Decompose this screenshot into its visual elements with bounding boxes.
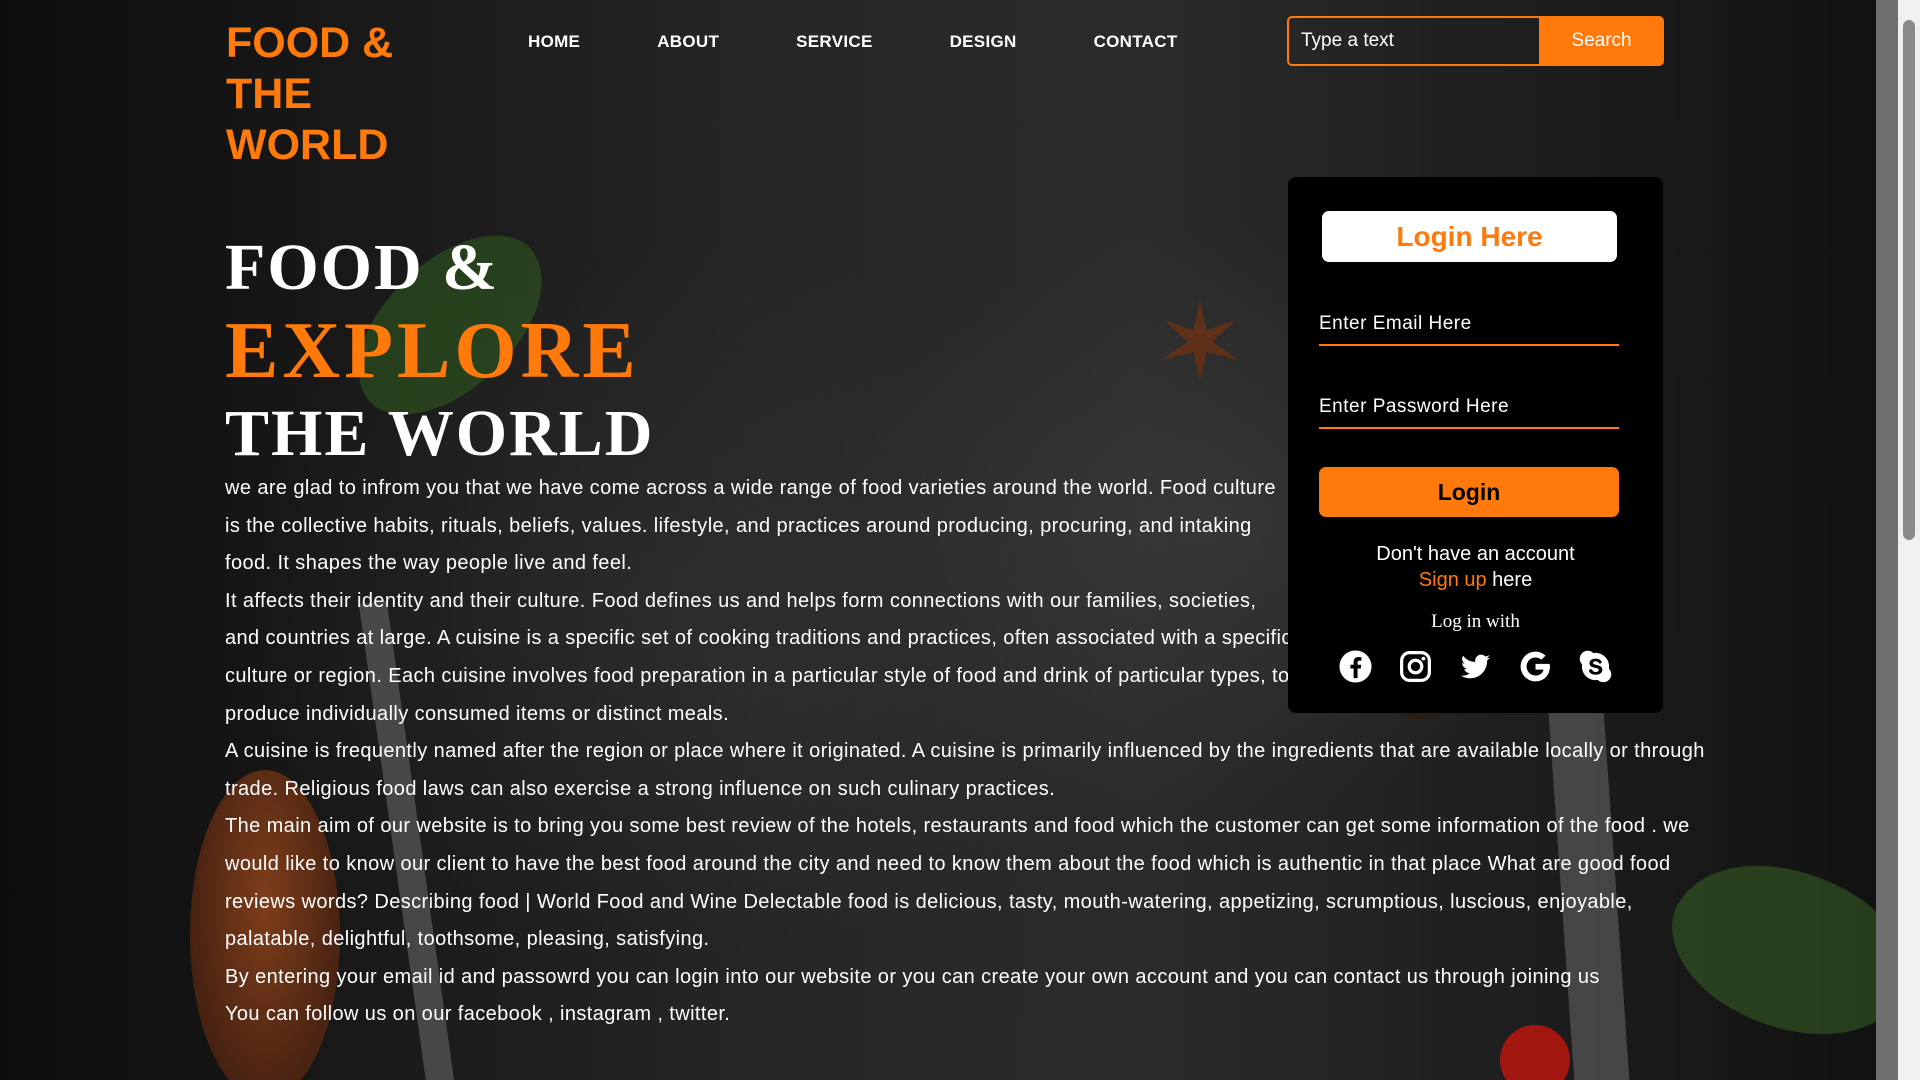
nav-about[interactable]: ABOUT [657, 32, 719, 52]
content-paragraph: The main aim of our website is to bring … [225, 815, 1690, 951]
bg-star-anise [1161, 300, 1239, 380]
scrollbar-thumb[interactable] [1903, 20, 1915, 540]
facebook-icon[interactable] [1338, 649, 1373, 684]
content-paragraph: A cuisine is frequently named after the … [225, 740, 1705, 800]
email-field[interactable] [1319, 304, 1619, 346]
search-bar: Search [1287, 16, 1664, 66]
login-card: Login Here Login Don't have an account S… [1288, 177, 1663, 713]
content-paragraph: we are glad to infrom you that we have c… [225, 477, 1276, 575]
twitter-icon[interactable] [1458, 649, 1493, 684]
skype-icon[interactable] [1578, 649, 1613, 684]
hero-line-3: THE WORLD [225, 397, 655, 470]
scrollbar[interactable] [1898, 0, 1920, 1080]
search-input[interactable] [1287, 16, 1539, 66]
logo[interactable]: FOOD & THE WORLD [226, 18, 426, 171]
nav-home[interactable]: HOME [528, 32, 580, 52]
hero-line-1: FOOD & [225, 231, 500, 304]
login-title: Login Here [1322, 211, 1617, 262]
hero-heading: FOOD & EXPLORE THE WORLD [225, 230, 654, 472]
nav-design[interactable]: DESIGN [950, 32, 1017, 52]
page-edge [1876, 0, 1898, 1080]
signup-prompt: Don't have an account Sign up here [1288, 541, 1663, 593]
login-button[interactable]: Login [1319, 467, 1619, 517]
hero-line-2: EXPLORE [225, 307, 640, 395]
login-with-label: Log in with [1431, 611, 1520, 632]
content-paragraph: It affects their identity and their cult… [225, 589, 1292, 725]
password-field[interactable] [1319, 387, 1619, 429]
nav-contact[interactable]: CONTACT [1094, 32, 1178, 52]
google-icon[interactable] [1518, 649, 1553, 684]
instagram-icon[interactable] [1398, 649, 1433, 684]
search-button[interactable]: Search [1539, 16, 1664, 66]
content-paragraph: By entering your email id and passowrd y… [225, 965, 1600, 988]
content-paragraph: You can follow us on our facebook , inst… [225, 1003, 731, 1026]
social-login [1338, 649, 1613, 684]
signup-suffix: here [1486, 569, 1533, 591]
signup-link[interactable]: Sign up [1419, 569, 1487, 591]
nav-service[interactable]: SERVICE [796, 32, 872, 52]
no-account-text: Don't have an account [1376, 543, 1575, 565]
main-nav: HOME ABOUT SERVICE DESIGN CONTACT [528, 32, 1255, 52]
